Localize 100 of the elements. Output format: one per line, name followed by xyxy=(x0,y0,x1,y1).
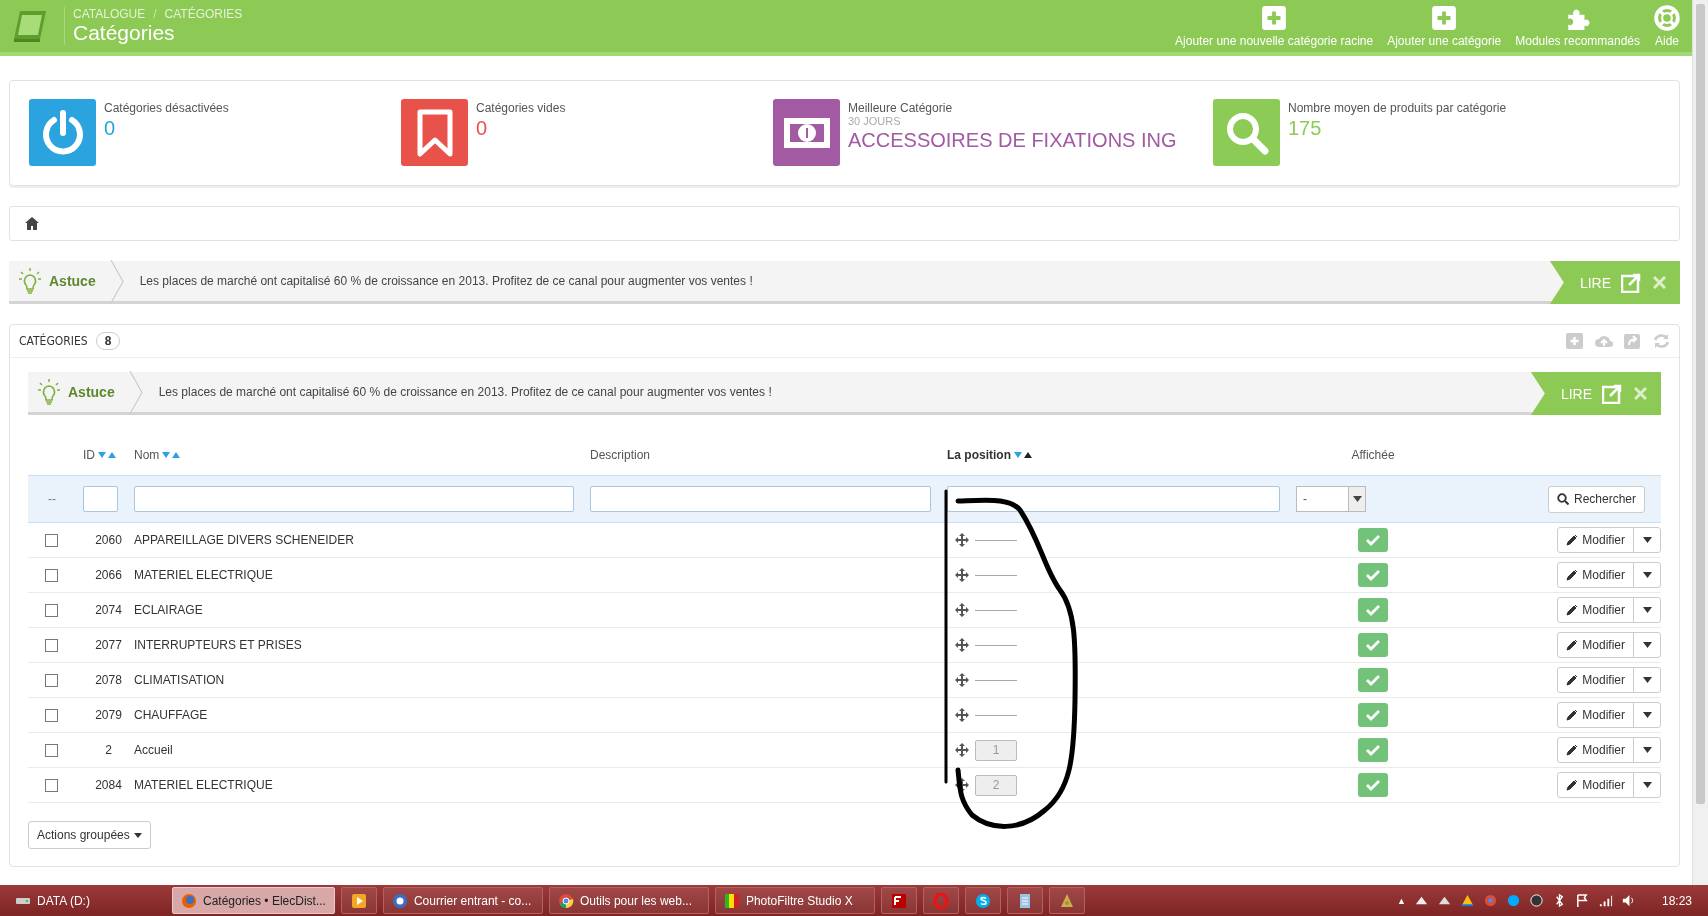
home-icon[interactable] xyxy=(25,217,39,230)
taskbar-button[interactable] xyxy=(964,887,1001,914)
tip-title: Astuce xyxy=(49,273,96,289)
taskbar-button[interactable]: Courrier entrant - co... xyxy=(382,887,543,914)
mail-client-icon xyxy=(391,892,408,909)
move-icon[interactable] xyxy=(955,638,969,652)
check-icon xyxy=(1366,569,1380,581)
browser-icon[interactable] xyxy=(1482,893,1498,908)
edit-button[interactable]: Modifier xyxy=(1558,668,1633,692)
edit-button[interactable]: Modifier xyxy=(1558,738,1633,762)
row-checkbox[interactable] xyxy=(45,708,58,722)
displayed-filter-select[interactable]: - xyxy=(1296,486,1366,512)
move-icon[interactable] xyxy=(955,603,969,617)
taskbar-button[interactable]: PhotoFiltre Studio X xyxy=(714,887,875,914)
add-icon xyxy=(1565,332,1584,350)
tip-text: Les places de marché ont capitalisé 60 % de croissance en 2013. Profitez de ce canal pour augmenter vos ventes ! xyxy=(158,385,773,399)
sort-arrows-icon[interactable] xyxy=(1014,451,1032,459)
table-cell: CHAUFFAGE xyxy=(134,708,208,722)
table-cell: MATERIEL ELECTRIQUE xyxy=(134,568,273,582)
browser-icon xyxy=(181,892,197,909)
taskbar-button[interactable]: Catégories • ElecDist... xyxy=(172,887,335,914)
row-checkbox[interactable] xyxy=(45,533,58,547)
column-header[interactable]: Nom xyxy=(134,448,181,462)
edit-button[interactable]: Modifier xyxy=(1558,563,1633,587)
table-cell: ECLAIRAGE xyxy=(134,603,203,617)
row-checkbox[interactable] xyxy=(45,778,58,792)
row-checkbox[interactable] xyxy=(45,673,58,687)
row-checkbox[interactable] xyxy=(45,568,58,582)
kpi-value: 175 xyxy=(1288,116,1323,141)
row-checkbox[interactable] xyxy=(45,743,58,757)
column-header[interactable]: ID xyxy=(83,448,116,462)
search-button[interactable]: Rechercher xyxy=(1547,485,1645,513)
move-icon[interactable] xyxy=(955,743,969,757)
status-toggle[interactable] xyxy=(1358,528,1388,552)
tray-expand-button[interactable]: ▲ xyxy=(1397,895,1406,906)
search-icon xyxy=(1556,493,1569,505)
flag-icon[interactable] xyxy=(1574,893,1590,908)
speaker-icon[interactable] xyxy=(1620,893,1636,908)
id-filter-field[interactable] xyxy=(83,486,118,512)
signal-bars-icon[interactable] xyxy=(1597,893,1613,908)
scrollbar[interactable] xyxy=(1692,0,1708,885)
column-header[interactable]: La position xyxy=(947,448,1032,462)
pencil-icon xyxy=(1566,744,1579,756)
caret-down-icon xyxy=(1642,642,1652,648)
move-icon[interactable] xyxy=(955,533,969,547)
pencil-icon xyxy=(1566,604,1579,616)
taskbar-button[interactable] xyxy=(1006,887,1043,914)
check-icon xyxy=(1366,534,1380,546)
status-toggle[interactable] xyxy=(1358,703,1388,727)
clock[interactable]: 18:23 xyxy=(1661,893,1692,908)
status-toggle[interactable] xyxy=(1358,738,1388,762)
status-toggle[interactable] xyxy=(1358,563,1388,587)
lightbulb-icon xyxy=(38,379,60,405)
move-icon[interactable] xyxy=(955,568,969,582)
taskbar-button[interactable]: DATA (D:) xyxy=(6,887,166,914)
caret-down-icon xyxy=(1642,747,1652,753)
caret-down-icon xyxy=(1642,782,1652,788)
taskbar-button[interactable] xyxy=(340,887,377,914)
move-icon[interactable] xyxy=(955,778,969,792)
kpi-value: 0 xyxy=(476,116,489,141)
kpi-value: ACCESSOIRES DE FIXATIONS ING xyxy=(848,128,1177,153)
status-toggle[interactable] xyxy=(1358,668,1388,692)
edit-button[interactable]: Modifier xyxy=(1558,703,1633,727)
taskbar-button[interactable] xyxy=(1048,887,1085,914)
position-line xyxy=(975,539,1017,541)
table-cell: 2084 xyxy=(95,778,122,792)
drive-sync-icon[interactable] xyxy=(1459,893,1475,908)
move-icon[interactable] xyxy=(955,708,969,722)
close-icon xyxy=(1653,276,1666,289)
table-cell: APPAREILLAGE DIVERS SCHENEIDER xyxy=(134,533,354,547)
move-icon[interactable] xyxy=(955,673,969,687)
bulk-actions-button[interactable]: Actions groupées xyxy=(28,821,151,849)
table-cell: 2079 xyxy=(95,708,122,722)
status-toggle[interactable] xyxy=(1358,773,1388,797)
caret-down-icon xyxy=(133,832,142,838)
pencil-icon xyxy=(1566,639,1579,651)
caret-down-icon xyxy=(1642,572,1652,578)
taskbar-button[interactable] xyxy=(880,887,917,914)
table-cell: 2074 xyxy=(95,603,122,617)
edit-button[interactable]: Modifier xyxy=(1558,633,1633,657)
position-filter-field[interactable] xyxy=(947,486,1280,512)
external-link-icon xyxy=(1621,272,1641,293)
row-checkbox[interactable] xyxy=(45,638,58,652)
edit-button[interactable]: Modifier xyxy=(1558,528,1633,552)
edit-button[interactable]: Modifier xyxy=(1558,598,1633,622)
kpi-label: Meilleure Catégorie xyxy=(848,101,954,115)
status-toggle[interactable] xyxy=(1358,633,1388,657)
table-cell: MATERIEL ELECTRIQUE xyxy=(134,778,273,792)
caret-down-icon xyxy=(1352,496,1362,502)
edit-button[interactable]: Modifier xyxy=(1558,773,1633,797)
check-icon xyxy=(1366,779,1380,791)
page-title: Catégories xyxy=(73,21,176,45)
name-filter-field[interactable] xyxy=(134,486,574,512)
refresh-icon xyxy=(1652,332,1671,350)
taskbar-button[interactable]: Outils pour les web... xyxy=(548,887,709,914)
row-checkbox[interactable] xyxy=(45,603,58,617)
play-icon xyxy=(350,892,367,909)
description-filter-field[interactable] xyxy=(590,486,931,512)
status-toggle[interactable] xyxy=(1358,598,1388,622)
tip-title: Astuce xyxy=(68,384,115,400)
